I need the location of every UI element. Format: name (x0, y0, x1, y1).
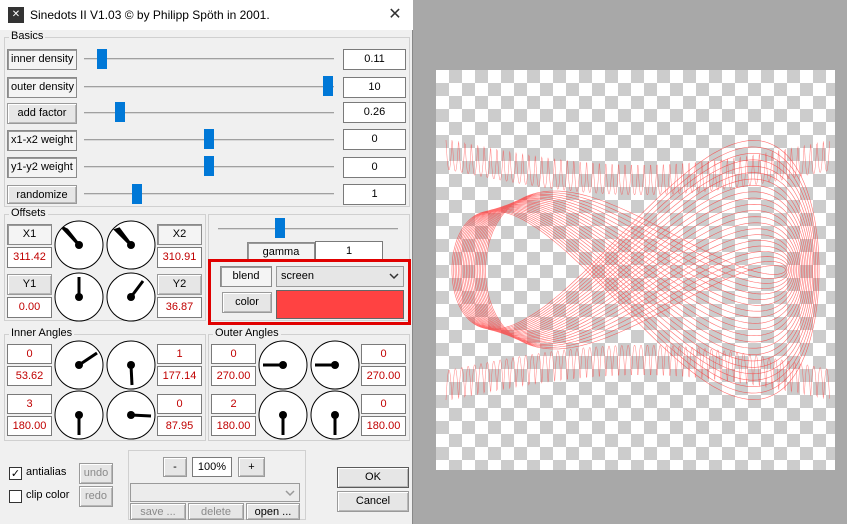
inner-density-value[interactable]: 0.11 (343, 49, 406, 70)
y1-dial-icon[interactable] (54, 272, 104, 322)
x1-button[interactable]: X1 (7, 224, 52, 245)
blend-select[interactable]: screen (276, 266, 404, 287)
gamma-slider[interactable] (275, 218, 285, 238)
blend-value: screen (281, 270, 315, 282)
inner-angles-label: Inner Angles (9, 327, 75, 339)
y1-y2-weight-button[interactable]: y1-y2 weight (7, 157, 77, 178)
outer-angle-2-value[interactable]: 180.00 (211, 416, 256, 436)
inner-angle-0-value[interactable]: 53.62 (7, 366, 52, 386)
basics-label: Basics (9, 30, 46, 42)
randomize-value[interactable]: 1 (343, 184, 406, 205)
outer-density-button[interactable]: outer density (7, 77, 77, 98)
inner-angle-1-dial-icon[interactable] (106, 340, 156, 390)
inner-angle-1-value[interactable]: 177.14 (157, 366, 202, 386)
outer-angles-label: Outer Angles (213, 327, 281, 339)
add-factor-slider[interactable] (115, 102, 125, 122)
gamma-value[interactable]: 1 (315, 241, 383, 261)
title-bar[interactable]: ✕ Sinedots II V1.03 © by Philipp Spöth i… (0, 0, 413, 30)
preset-select[interactable] (130, 483, 300, 502)
ok-button[interactable]: OK (337, 467, 409, 488)
outer-angle-3-dial-icon[interactable] (310, 390, 360, 440)
app-logo-icon: ✕ (8, 7, 24, 23)
window-title: Sinedots II V1.03 © by Philipp Spöth in … (30, 8, 270, 22)
outer-density-track[interactable] (84, 86, 334, 88)
inner-angle-3-value[interactable]: 87.95 (157, 416, 202, 436)
blend-button[interactable]: blend (220, 266, 272, 287)
cancel-button[interactable]: Cancel (337, 491, 409, 512)
x2-button[interactable]: X2 (157, 224, 202, 245)
save-button[interactable]: save ... (130, 503, 186, 520)
inner-angle-3-dial-icon[interactable] (106, 390, 156, 440)
x1-value[interactable]: 311.42 (7, 247, 52, 268)
zoom-in-button[interactable]: + (238, 457, 265, 477)
undo-button[interactable]: undo (79, 463, 113, 484)
inner-angle-0-index[interactable]: 0 (7, 344, 52, 364)
inner-density-slider[interactable] (97, 49, 107, 69)
randomize-button[interactable]: randomize (7, 185, 77, 204)
color-button[interactable]: color (222, 292, 272, 313)
y2-button[interactable]: Y2 (157, 274, 202, 295)
color-swatch[interactable] (276, 290, 404, 319)
antialias-label: antialias (26, 466, 67, 478)
add-factor-button[interactable]: add factor (7, 103, 77, 124)
randomize-slider[interactable] (132, 184, 142, 204)
y2-dial-icon[interactable] (106, 272, 156, 322)
randomize-track[interactable] (84, 193, 334, 195)
inner-angle-3-index[interactable]: 0 (157, 394, 202, 414)
outer-angle-1-dial-icon[interactable] (310, 340, 360, 390)
y2-value[interactable]: 36.87 (157, 297, 202, 318)
outer-angle-0-dial-icon[interactable] (258, 340, 308, 390)
x1-x2-weight-button[interactable]: x1-x2 weight (7, 130, 77, 151)
outer-angle-2-index[interactable]: 2 (211, 394, 256, 414)
antialias-checkbox[interactable]: ✓ (9, 467, 22, 480)
delete-button[interactable]: delete (188, 503, 244, 520)
inner-angle-0-dial-icon[interactable] (54, 340, 104, 390)
inner-angle-2-value[interactable]: 180.00 (7, 416, 52, 436)
y1-y2-weight-slider[interactable] (204, 156, 214, 176)
x2-value[interactable]: 310.91 (157, 247, 202, 268)
x1-x2-weight-value[interactable]: 0 (343, 129, 406, 150)
sinedots-render (445, 139, 830, 401)
outer-angle-3-index[interactable]: 0 (361, 394, 406, 414)
redo-button[interactable]: redo (79, 486, 113, 507)
clip-color-label: clip color (26, 489, 70, 501)
preview-canvas[interactable] (436, 70, 835, 470)
chevron-down-icon (285, 490, 295, 497)
inner-density-button[interactable]: inner density (7, 49, 77, 70)
inner-angle-1-index[interactable]: 1 (157, 344, 202, 364)
inner-density-track[interactable] (84, 58, 334, 60)
clip-color-checkbox[interactable] (9, 490, 22, 503)
zoom-value[interactable]: 100% (192, 457, 232, 477)
zoom-out-button[interactable]: - (163, 457, 187, 477)
offsets-label: Offsets (9, 207, 48, 219)
chevron-down-icon (389, 273, 399, 280)
outer-angle-0-value[interactable]: 270.00 (211, 366, 256, 386)
sinedots-dialog: ✕ Sinedots II V1.03 © by Philipp Spöth i… (0, 0, 413, 524)
outer-angle-2-dial-icon[interactable] (258, 390, 308, 440)
inner-angle-2-dial-icon[interactable] (54, 390, 104, 440)
y1-value[interactable]: 0.00 (7, 297, 52, 318)
outer-density-value[interactable]: 10 (343, 77, 406, 98)
inner-angle-2-index[interactable]: 3 (7, 394, 52, 414)
outer-angle-3-value[interactable]: 180.00 (361, 416, 406, 436)
y1-button[interactable]: Y1 (7, 274, 52, 295)
open-button[interactable]: open ... (246, 503, 300, 520)
add-factor-value[interactable]: 0.26 (343, 102, 406, 123)
outer-angle-0-index[interactable]: 0 (211, 344, 256, 364)
x2-dial-icon[interactable] (106, 220, 156, 270)
x1-dial-icon[interactable] (54, 220, 104, 270)
x1-x2-weight-slider[interactable] (204, 129, 214, 149)
close-icon[interactable]: ✕ (384, 5, 406, 25)
gamma-track[interactable] (218, 228, 398, 230)
outer-angle-1-value[interactable]: 270.00 (361, 366, 406, 386)
outer-angle-1-index[interactable]: 0 (361, 344, 406, 364)
outer-density-slider[interactable] (323, 76, 333, 96)
y1-y2-weight-value[interactable]: 0 (343, 157, 406, 178)
